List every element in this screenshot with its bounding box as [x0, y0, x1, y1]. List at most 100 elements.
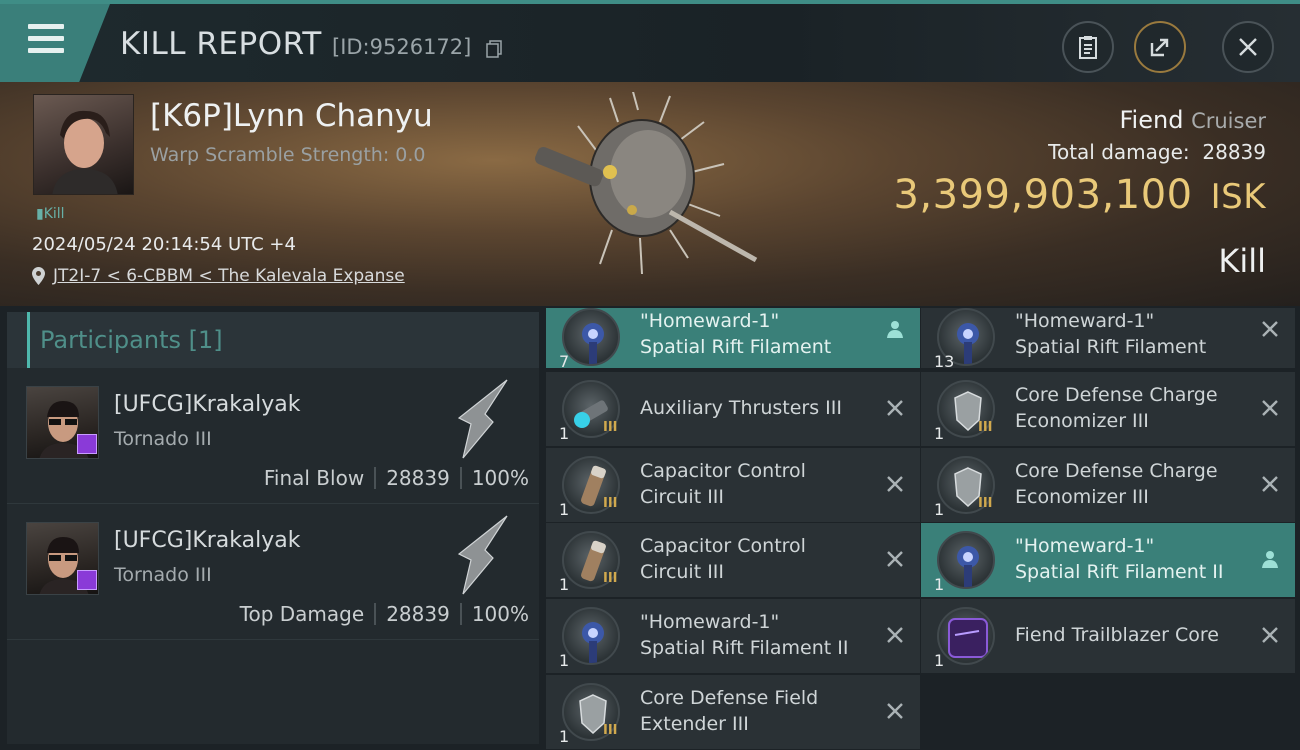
item-cell[interactable]: 13 "Homeward-1" Spatial Rift Filament — [921, 308, 1295, 371]
item-cell[interactable]: 1 III Capacitor Control Circuit III — [546, 448, 920, 522]
participant-ship: Tornado III — [114, 428, 212, 450]
item-tier: III — [603, 420, 618, 435]
location-link[interactable]: JT2I-7 < 6-CBBM < The Kalevala Expanse — [32, 266, 405, 286]
participant-row[interactable]: [UFCG]Krakalyak Tornado III Top Damage 2… — [7, 504, 539, 640]
destroyed-x-icon — [884, 473, 906, 495]
victim-portrait[interactable] — [33, 94, 134, 195]
item-cell[interactable]: 1 III Core Defense Charge Economizer III — [921, 372, 1295, 446]
item-name: Core Defense Charge Economizer III — [1015, 382, 1218, 434]
core-icon — [937, 607, 995, 665]
item-cell[interactable]: 1 "Homeward-1" Spatial Rift Filament II — [921, 523, 1295, 597]
item-cell[interactable]: 1 III Capacitor Control Circuit III — [546, 523, 920, 597]
close-icon — [1239, 38, 1257, 56]
participant-ship-icon — [457, 515, 508, 595]
location-pin-icon — [32, 267, 45, 285]
destroyed-x-icon — [1259, 318, 1281, 340]
destroyed-x-icon — [884, 624, 906, 646]
participant-row[interactable]: [UFCG]Krakalyak Tornado III Final Blow 2… — [7, 368, 539, 504]
clipboard-button[interactable] — [1062, 21, 1114, 73]
participant-role: Top Damage — [239, 602, 365, 626]
item-name: "Homeward-1" Spatial Rift Filament — [640, 308, 831, 360]
item-name-line1: Core Defense Charge — [1015, 384, 1218, 406]
item-name: "Homeward-1" Spatial Rift Filament II — [1015, 533, 1223, 585]
result-label: Kill — [1218, 242, 1266, 280]
destroyed-x-icon — [884, 548, 906, 570]
destroyed-x-icon — [1259, 624, 1281, 646]
item-cell[interactable]: 7 "Homeward-1" Spatial Rift Filament — [546, 308, 920, 371]
participant-role: Final Blow — [263, 466, 365, 490]
item-name-line1: Auxiliary Thrusters III — [640, 397, 842, 419]
item-quantity: 1 — [934, 575, 945, 594]
item-quantity: 1 — [934, 500, 945, 519]
item-quantity: 1 — [934, 651, 945, 670]
isk-value: 3,399,903,100 ISK — [893, 172, 1266, 218]
person-icon — [1259, 548, 1281, 570]
participant-name[interactable]: [UFCG]Krakalyak — [114, 528, 300, 553]
participant-ship: Tornado III — [114, 564, 212, 586]
isk-unit: ISK — [1210, 177, 1266, 217]
item-name: Core Defense Charge Economizer III — [1015, 458, 1218, 510]
kill-tag: ▮Kill — [36, 206, 65, 222]
victim-name[interactable]: [K6P]Lynn Chanyu — [150, 98, 433, 134]
filament-icon — [562, 607, 620, 665]
item-quantity: 1 — [559, 651, 570, 670]
item-name-line1: Core Defense Field — [640, 687, 819, 709]
item-quantity: 1 — [559, 727, 570, 746]
item-cell[interactable]: 1 Fiend Trailblazer Core — [921, 599, 1295, 673]
item-tier: III — [603, 571, 618, 586]
item-quantity: 1 — [559, 500, 570, 519]
warp-scramble-strength: Warp Scramble Strength: 0.0 — [150, 144, 426, 166]
item-name-line2: Spatial Rift Filament II — [1015, 561, 1224, 583]
item-name: Capacitor Control Circuit III — [640, 458, 806, 510]
item-name-line1: Core Defense Charge — [1015, 460, 1218, 482]
share-button[interactable] — [1134, 21, 1186, 73]
menu-button[interactable] — [0, 4, 110, 82]
share-icon — [1150, 38, 1169, 57]
person-icon — [884, 318, 906, 340]
close-button[interactable] — [1222, 21, 1274, 73]
copy-icon[interactable] — [486, 40, 502, 58]
ship-name[interactable]: Fiend Cruiser — [1119, 106, 1266, 134]
item-name-line2: Spatial Rift Filament — [1015, 336, 1207, 358]
victim-avatar-icon — [52, 110, 118, 194]
item-name-line2: Circuit III — [640, 561, 725, 583]
location-text[interactable]: JT2I-7 < 6-CBBM < The Kalevala Expanse — [53, 266, 405, 286]
victim-banner: [K6P]Lynn Chanyu Warp Scramble Strength:… — [0, 82, 1300, 306]
destroyed-x-icon — [884, 700, 906, 722]
hamburger-icon — [28, 24, 64, 56]
item-name-line1: Capacitor Control — [640, 535, 806, 557]
participant-name[interactable]: [UFCG]Krakalyak — [114, 392, 300, 417]
item-name-line2: Spatial Rift Filament II — [640, 637, 849, 659]
item-name-line1: Fiend Trailblazer Core — [1015, 624, 1219, 646]
item-name-line1: "Homeward-1" — [640, 611, 780, 633]
item-quantity: 1 — [559, 575, 570, 594]
item-cell[interactable]: 1 III Auxiliary Thrusters III — [546, 372, 920, 446]
item-quantity: 7 — [559, 352, 570, 371]
item-cell[interactable]: 1 "Homeward-1" Spatial Rift Filament II — [546, 599, 920, 673]
corp-badge-icon — [77, 570, 97, 590]
participant-damage: 28839 — [386, 466, 450, 490]
item-name: "Homeward-1" Spatial Rift Filament II — [640, 609, 848, 661]
item-name-line2: Spatial Rift Filament — [640, 336, 832, 358]
isk-amount: 3,399,903,100 — [893, 172, 1193, 218]
total-damage-label: Total damage: — [1048, 140, 1190, 164]
participants-panel: Participants [1] [UFCG]Krakalyak Tornado… — [7, 312, 539, 744]
item-quantity: 1 — [559, 424, 570, 443]
item-name-line2: Economizer III — [1015, 486, 1149, 508]
item-name: Capacitor Control Circuit III — [640, 533, 806, 585]
item-name-line1: Capacitor Control — [640, 460, 806, 482]
item-tier: III — [978, 496, 993, 511]
item-name: Fiend Trailblazer Core — [1015, 622, 1219, 648]
participants-count: [1] — [188, 326, 223, 354]
item-cell[interactable]: 1 III Core Defense Field Extender III — [546, 675, 920, 749]
header-bar: KILL REPORT [ID:9526172] — [0, 0, 1300, 82]
filament-icon — [937, 531, 995, 589]
item-cell[interactable]: 1 III Core Defense Charge Economizer III — [921, 448, 1295, 522]
item-quantity: 1 — [934, 424, 945, 443]
participant-stats: Final Blow 28839 100% — [264, 466, 529, 490]
item-name-line1: "Homeward-1" — [1015, 310, 1155, 332]
participants-title: Participants — [40, 326, 181, 354]
corp-badge-icon — [77, 434, 97, 454]
destroyed-x-icon — [1259, 397, 1281, 419]
participant-ship-icon — [457, 379, 508, 459]
